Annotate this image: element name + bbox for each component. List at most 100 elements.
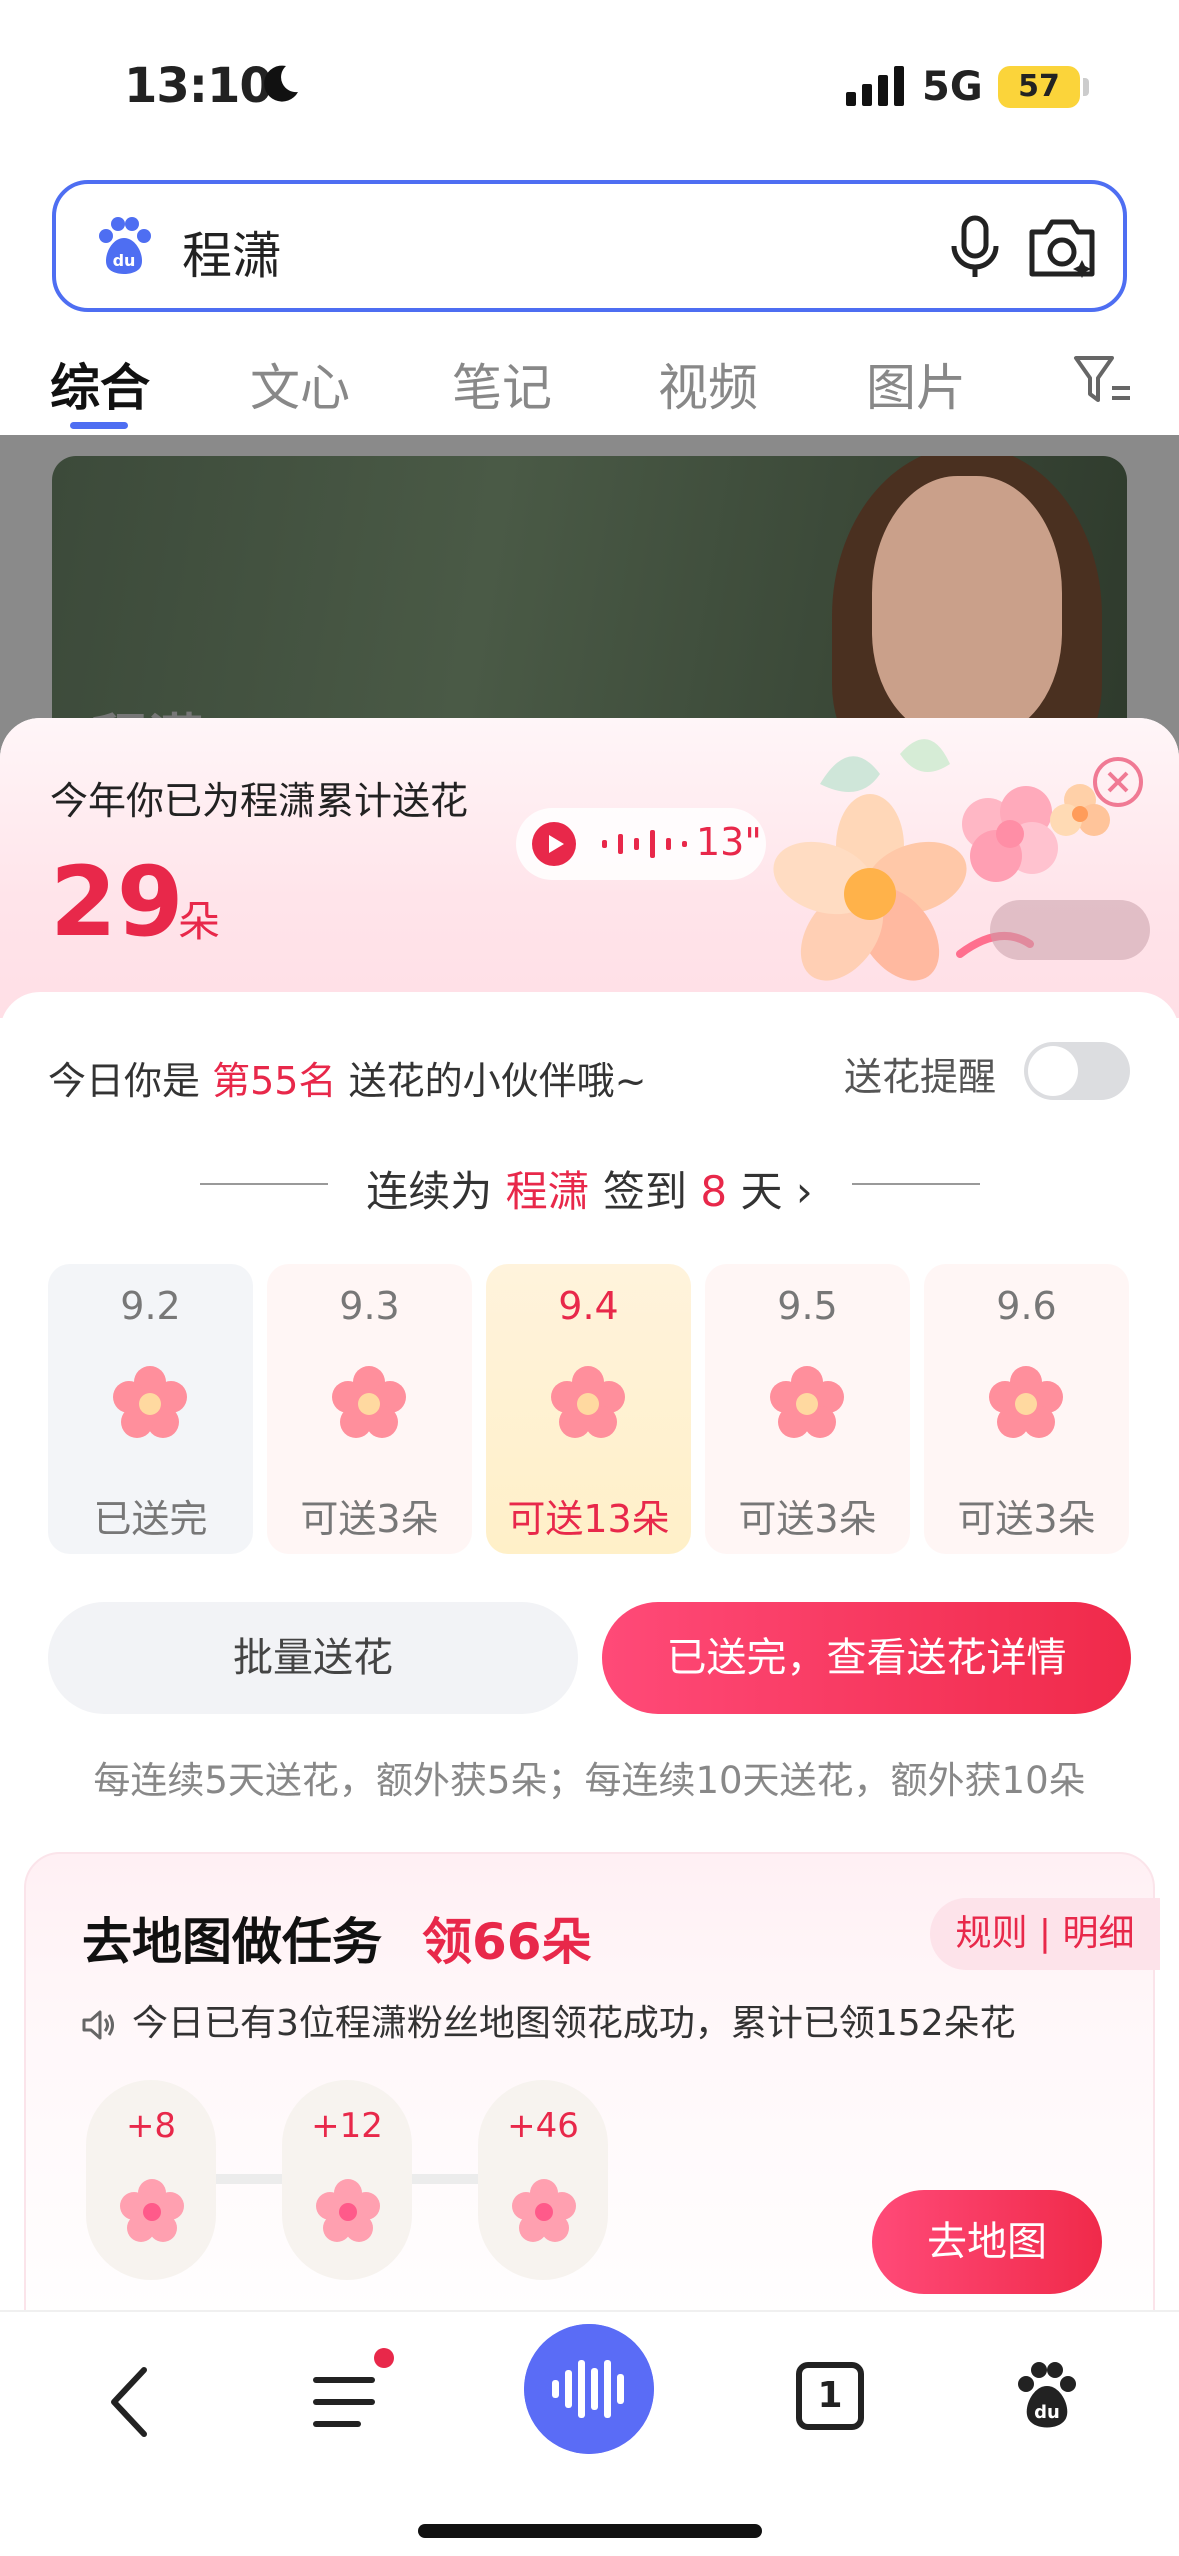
signal-icon [846,66,904,106]
reward-amount: +46 [507,2106,579,2146]
batch-send-button[interactable]: 批量送花 [48,1602,578,1714]
tab-videos[interactable]: 视频 [658,348,758,420]
flower-icon [551,1366,625,1438]
step-connector [412,2174,480,2184]
speaker-icon [82,2010,114,2040]
search-bar[interactable]: du 程潇 [52,180,1127,312]
streak-link[interactable]: 连续为 程潇 签到 8 天 › [0,1158,1179,1219]
streak-name: 程潇 [505,1167,590,1216]
battery-indicator: 57 [998,66,1080,108]
reward-step: +12 [282,2080,412,2280]
flower-icon [316,2179,380,2242]
step-connector [216,2174,284,2184]
streak-prefix: 连续为 [366,1167,493,1216]
flower-sheet: 今年你已为程潇累计送花 29 朵 13" 今日你是 第55名 送花的小伙伴哦~ … [0,718,1179,2318]
tab-comprehensive[interactable]: 综合 [50,348,150,420]
sheet-header: 今年你已为程潇累计送花 29 朵 13" [0,718,1179,1018]
battery-tip [1083,78,1089,96]
day-date: 9.2 [120,1284,181,1328]
voice-message[interactable]: 13" [516,808,766,880]
streak-suffix: 天 [740,1167,783,1216]
map-task-card: 去地图做任务 领66朵 规则 | 明细 今日已有3位程潇粉丝地图领花成功，累计已… [24,1852,1160,2318]
rank-suffix: 送花的小伙伴哦~ [348,1059,647,1103]
streak-days: 8 [700,1167,728,1216]
day-card[interactable]: 9.6 可送3朵 [924,1264,1129,1554]
tab-notes[interactable]: 笔记 [452,348,552,420]
map-task-steps: +8 +12 +46 [86,2080,626,2280]
bonus-tip: 每连续5天送花，额外获5朵；每连续10天送花，额外获10朵 [93,1759,1086,1802]
status-time: 13:10 [124,58,273,114]
bottom-navigation: 1 du [0,2310,1179,2556]
blurred-action-pill[interactable] [990,900,1150,960]
flower-icon [113,1366,187,1438]
close-icon[interactable] [1092,756,1144,808]
home-indicator [418,2524,762,2538]
day-date: 9.5 [777,1284,838,1328]
flower-icon [332,1366,406,1438]
photo-face [872,476,1062,736]
camera-search-icon[interactable] [1026,214,1098,280]
map-notice: 今日已有3位程潇粉丝地图领花成功，累计已领152朵花 [80,1994,1016,2046]
rank-prefix: 今日你是 [48,1059,201,1103]
svg-text:du: du [1034,2402,1060,2423]
play-icon [532,822,576,866]
tab-images[interactable]: 图片 [866,348,966,420]
flower-icon [512,2179,576,2242]
reward-amount: +12 [311,2106,383,2146]
day-status: 已送完 [93,1497,208,1541]
day-status: 可送13朵 [507,1497,670,1541]
baidu-home-icon[interactable]: du [1012,2358,1082,2432]
network-type: 5G [922,64,983,110]
sheet-body: 今日你是 第55名 送花的小伙伴哦~ 送花提醒 连续为 程潇 签到 8 天 › … [0,992,1179,2318]
daily-rank-text: 今日你是 第55名 送花的小伙伴哦~ [48,1050,646,1105]
tab-count-button[interactable]: 1 [796,2362,864,2430]
rank-value: 第55名 [212,1059,337,1103]
search-input[interactable]: 程潇 [182,216,282,288]
day-card-today[interactable]: 9.4 可送13朵 [486,1264,691,1554]
reward-amount: +8 [125,2106,177,2146]
total-flowers-count: 29 [50,846,184,958]
day-card[interactable]: 9.2 已送完 [48,1264,253,1554]
voice-assistant-icon[interactable] [524,2324,654,2454]
day-status: 可送3朵 [738,1497,877,1541]
flower-icon [770,1366,844,1438]
svg-text:du: du [113,251,136,270]
notification-dot [374,2348,394,2368]
daily-flower-row: 9.2 已送完 9.3 可送3朵 9.4 可送13朵 9.5 可送3朵 9.6 [48,1264,1131,1554]
status-bar: 13:10 5G 57 [0,0,1179,160]
map-task-reward: 领66朵 [422,1913,592,1971]
go-to-map-button[interactable]: 去地图 [872,2190,1102,2294]
reminder-toggle[interactable] [1024,1042,1130,1100]
sound-wave-icon [602,830,687,858]
map-notice-text: 今日已有3位程潇粉丝地图领花成功，累计已领152朵花 [132,2003,1016,2044]
toggle-knob [1028,1046,1078,1096]
search-tabs: 综合 文心 笔记 视频 图片 [0,330,1179,435]
microphone-icon[interactable] [946,214,1004,280]
voice-duration: 13" [696,820,762,864]
reward-step: +46 [478,2080,608,2280]
chevron-right-icon: › [795,1167,813,1216]
tab-wenxin[interactable]: 文心 [250,348,350,420]
reminder-label: 送花提醒 [844,1055,997,1099]
back-arrow-icon[interactable] [100,2362,160,2442]
moon-icon [264,65,298,102]
total-flowers-unit: 朵 [178,897,221,946]
menu-icon[interactable] [310,2362,390,2442]
day-card[interactable]: 9.5 可送3朵 [705,1264,910,1554]
streak-mid: 签到 [603,1167,688,1216]
day-date: 9.6 [996,1284,1057,1328]
day-card[interactable]: 9.3 可送3朵 [267,1264,472,1554]
flower-icon [989,1366,1063,1438]
rules-link[interactable]: 规则 | 明细 [930,1898,1160,1970]
view-details-button[interactable]: 已送完，查看送花详情 [602,1602,1131,1714]
day-date: 9.4 [558,1284,619,1328]
day-status: 可送3朵 [300,1497,439,1541]
flower-icon [120,2179,184,2242]
divider-right [852,1183,980,1185]
day-date: 9.3 [339,1284,400,1328]
filter-icon[interactable] [1072,352,1132,408]
baidu-paw-icon: du [99,217,151,274]
reward-step: +8 [86,2080,216,2280]
active-tab-indicator [70,422,128,429]
total-flowers-label: 今年你已为程潇累计送花 [50,779,469,823]
